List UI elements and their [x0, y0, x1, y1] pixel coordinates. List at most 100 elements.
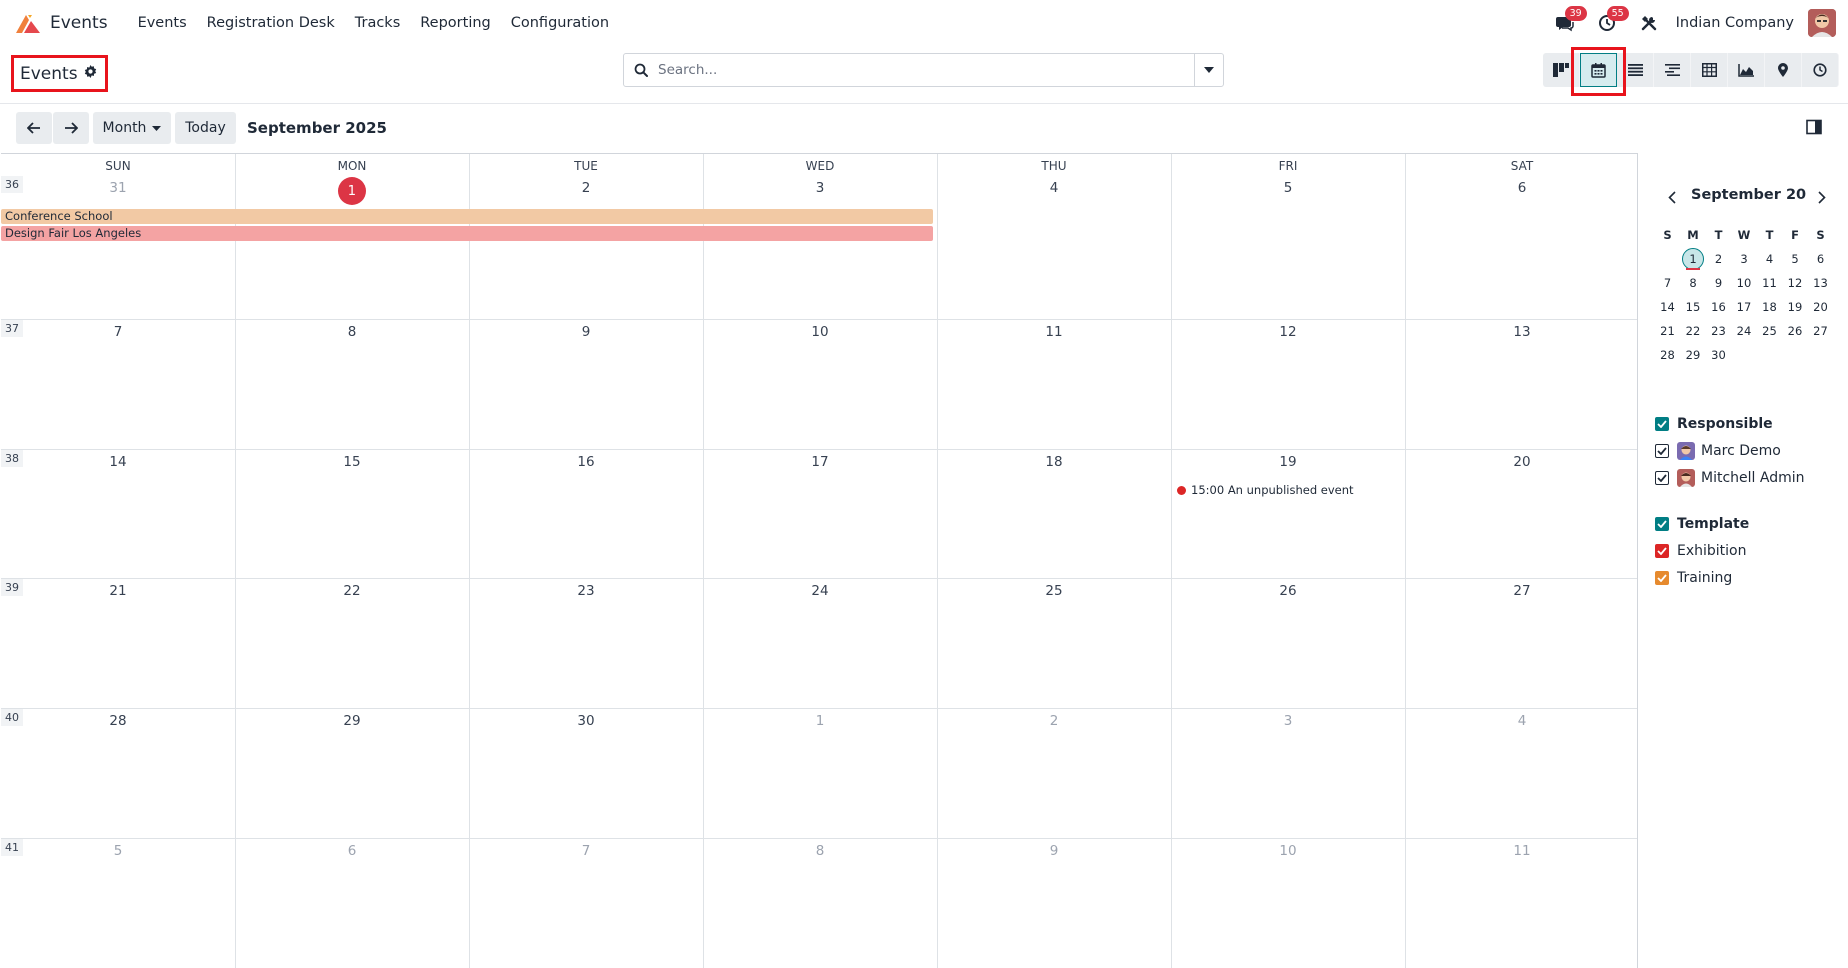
day-number[interactable]: 24: [703, 583, 937, 599]
page-title[interactable]: Events: [20, 64, 78, 84]
previous-button[interactable]: [16, 112, 52, 144]
calendar-event[interactable]: 15:00 An unpublished event: [1191, 483, 1354, 497]
mini-day[interactable]: 4: [1757, 252, 1782, 266]
view-map-button[interactable]: [1765, 53, 1802, 87]
filter-training[interactable]: Training: [1655, 568, 1732, 588]
mini-day[interactable]: 7: [1655, 276, 1680, 290]
filter-template-header[interactable]: Template: [1655, 514, 1749, 534]
scale-dropdown[interactable]: Month: [93, 112, 171, 144]
filter-exhibition[interactable]: Exhibition: [1655, 541, 1747, 561]
checkbox-checked-icon[interactable]: [1655, 417, 1669, 431]
day-number[interactable]: 25: [937, 583, 1171, 599]
filter-responsible-header[interactable]: Responsible: [1655, 414, 1773, 434]
day-number[interactable]: 31: [1, 180, 235, 196]
day-number[interactable]: 9: [469, 324, 703, 340]
day-number[interactable]: 28: [1, 713, 235, 729]
mini-day[interactable]: 27: [1808, 324, 1833, 338]
day-number[interactable]: 15: [235, 454, 469, 470]
day-number[interactable]: 3: [1171, 713, 1405, 729]
mini-day[interactable]: 28: [1655, 348, 1680, 362]
mini-day[interactable]: 24: [1732, 324, 1757, 338]
calendar-event[interactable]: Design Fair Los Angeles: [1, 226, 933, 241]
view-calendar-button[interactable]: [1580, 53, 1617, 87]
checkbox-checked-icon[interactable]: [1655, 471, 1669, 485]
day-number[interactable]: 18: [937, 454, 1171, 470]
activities-button[interactable]: 55: [1596, 6, 1629, 34]
mini-day[interactable]: 10: [1732, 276, 1757, 290]
day-number[interactable]: 8: [703, 843, 937, 859]
mini-day[interactable]: 3: [1732, 252, 1757, 266]
day-number[interactable]: 5: [1171, 180, 1405, 196]
search-input[interactable]: [658, 54, 1194, 86]
day-number[interactable]: 11: [1405, 843, 1639, 859]
sidebar-toggle-button[interactable]: [1806, 119, 1822, 135]
debug-tools-button[interactable]: [1638, 12, 1660, 34]
mini-day[interactable]: 25: [1757, 324, 1782, 338]
day-number[interactable]: 22: [235, 583, 469, 599]
app-name[interactable]: Events: [50, 13, 108, 33]
day-number[interactable]: 10: [703, 324, 937, 340]
mini-day[interactable]: 15: [1681, 300, 1706, 314]
filter-marc-demo[interactable]: Marc Demo: [1655, 441, 1781, 461]
mini-day[interactable]: 18: [1757, 300, 1782, 314]
day-number[interactable]: 12: [1171, 324, 1405, 340]
mini-day[interactable]: 12: [1783, 276, 1808, 290]
menu-configuration[interactable]: Configuration: [511, 15, 609, 31]
mini-day[interactable]: 8: [1681, 276, 1706, 290]
mini-next-button[interactable]: [1812, 187, 1832, 207]
search-options-toggle[interactable]: [1194, 54, 1223, 86]
checkbox-checked-icon[interactable]: [1655, 571, 1669, 585]
view-pivot-button[interactable]: [1691, 53, 1728, 87]
gear-icon[interactable]: [84, 65, 97, 82]
mini-day[interactable]: 14: [1655, 300, 1680, 314]
next-button[interactable]: [53, 112, 89, 144]
day-number[interactable]: 8: [235, 324, 469, 340]
view-gantt-button[interactable]: [1654, 53, 1691, 87]
day-number[interactable]: 6: [1405, 180, 1639, 196]
user-avatar[interactable]: [1808, 9, 1836, 37]
menu-events[interactable]: Events: [138, 15, 187, 31]
company-switcher[interactable]: Indian Company: [1676, 15, 1794, 31]
filter-mitchell-admin[interactable]: Mitchell Admin: [1655, 468, 1805, 488]
mini-day[interactable]: 23: [1706, 324, 1731, 338]
day-number[interactable]: 7: [1, 324, 235, 340]
mini-prev-button[interactable]: [1662, 187, 1682, 207]
checkbox-checked-icon[interactable]: [1655, 544, 1669, 558]
view-graph-button[interactable]: [1728, 53, 1765, 87]
view-activity-button[interactable]: [1802, 53, 1839, 87]
mini-day[interactable]: 6: [1808, 252, 1833, 266]
mini-day[interactable]: 2: [1706, 252, 1731, 266]
calendar-event[interactable]: Conference School: [1, 209, 933, 224]
mini-day[interactable]: 1: [1681, 252, 1706, 266]
day-number[interactable]: 9: [937, 843, 1171, 859]
mini-day[interactable]: 19: [1783, 300, 1808, 314]
day-number[interactable]: 26: [1171, 583, 1405, 599]
checkbox-checked-icon[interactable]: [1655, 517, 1669, 531]
mini-day[interactable]: 9: [1706, 276, 1731, 290]
menu-registration-desk[interactable]: Registration Desk: [207, 15, 335, 31]
menu-tracks[interactable]: Tracks: [355, 15, 401, 31]
day-number[interactable]: 5: [1, 843, 235, 859]
day-number[interactable]: 14: [1, 454, 235, 470]
mini-day[interactable]: 13: [1808, 276, 1833, 290]
day-number[interactable]: 11: [937, 324, 1171, 340]
mini-day[interactable]: 21: [1655, 324, 1680, 338]
day-number[interactable]: 2: [469, 180, 703, 196]
messages-button[interactable]: 39: [1554, 6, 1587, 34]
checkbox-checked-icon[interactable]: [1655, 444, 1669, 458]
mini-day[interactable]: 16: [1706, 300, 1731, 314]
today-button[interactable]: Today: [175, 112, 236, 144]
day-number[interactable]: 30: [469, 713, 703, 729]
day-number[interactable]: 19: [1171, 454, 1405, 470]
mini-day[interactable]: 20: [1808, 300, 1833, 314]
day-number[interactable]: 4: [937, 180, 1171, 196]
day-number[interactable]: 29: [235, 713, 469, 729]
menu-reporting[interactable]: Reporting: [420, 15, 491, 31]
day-number[interactable]: 1: [703, 713, 937, 729]
mini-day[interactable]: 17: [1732, 300, 1757, 314]
day-number[interactable]: 23: [469, 583, 703, 599]
day-number[interactable]: 17: [703, 454, 937, 470]
day-number[interactable]: 10: [1171, 843, 1405, 859]
view-kanban-button[interactable]: [1543, 53, 1580, 87]
day-number[interactable]: 3: [703, 180, 937, 196]
